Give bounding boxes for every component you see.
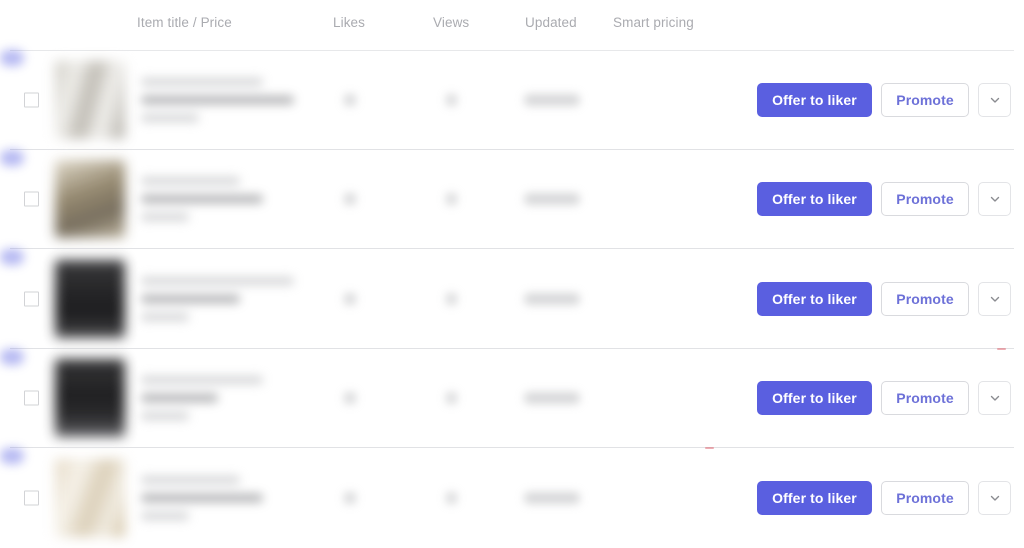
likes-value bbox=[344, 491, 356, 504]
views-value bbox=[446, 491, 457, 504]
row-more-actions-button[interactable] bbox=[978, 480, 1011, 515]
smart-pricing-toggle[interactable] bbox=[0, 249, 24, 265]
listings-table: Item title / Price Likes Views Updated S… bbox=[0, 0, 1024, 546]
row-actions: Offer to liker Promote bbox=[757, 480, 1011, 515]
row-select-checkbox[interactable] bbox=[24, 291, 39, 307]
views-value bbox=[446, 292, 457, 305]
table-row[interactable]: Offer to liker Promote bbox=[0, 448, 1024, 548]
smart-pricing-toggle[interactable] bbox=[0, 448, 24, 464]
promote-button[interactable]: Promote bbox=[881, 281, 969, 316]
row-actions: Offer to liker Promote bbox=[757, 182, 1011, 217]
row-select-checkbox[interactable] bbox=[24, 490, 39, 506]
row-actions: Offer to liker Promote bbox=[757, 381, 1011, 416]
row-more-actions-button[interactable] bbox=[978, 182, 1011, 217]
column-header-smart-pricing: Smart pricing bbox=[613, 15, 694, 30]
promote-button[interactable]: Promote bbox=[881, 82, 969, 117]
promote-button[interactable]: Promote bbox=[881, 480, 969, 515]
chevron-down-icon bbox=[989, 94, 1001, 106]
row-more-actions-button[interactable] bbox=[978, 82, 1011, 117]
column-header-views: Views bbox=[433, 15, 470, 30]
updated-value bbox=[524, 392, 580, 405]
row-select-checkbox[interactable] bbox=[24, 92, 39, 108]
item-title-price[interactable] bbox=[141, 276, 311, 322]
promote-button[interactable]: Promote bbox=[881, 381, 969, 416]
likes-value bbox=[344, 93, 356, 106]
updated-value bbox=[524, 491, 580, 504]
views-value bbox=[446, 93, 457, 106]
item-thumbnail[interactable] bbox=[55, 60, 125, 139]
table-row[interactable]: Offer to liker Promote bbox=[0, 149, 1024, 249]
table-row[interactable]: Offer to liker Promote bbox=[0, 249, 1024, 350]
row-more-actions-button[interactable] bbox=[978, 381, 1011, 416]
item-thumbnail[interactable] bbox=[55, 359, 125, 438]
row-select-checkbox[interactable] bbox=[24, 390, 39, 406]
listings-rows: Offer to liker Promote Offer to liker Pr… bbox=[0, 50, 1024, 548]
item-title-price[interactable] bbox=[141, 77, 311, 123]
column-header-updated: Updated bbox=[525, 15, 577, 30]
likes-value bbox=[344, 392, 356, 405]
offer-to-liker-button[interactable]: Offer to liker bbox=[757, 381, 872, 416]
row-more-actions-button[interactable] bbox=[978, 281, 1011, 316]
offer-to-liker-button[interactable]: Offer to liker bbox=[757, 480, 872, 515]
likes-value bbox=[344, 292, 356, 305]
item-thumbnail[interactable] bbox=[55, 160, 125, 239]
column-header-item-title-price: Item title / Price bbox=[137, 15, 232, 30]
chevron-down-icon bbox=[989, 293, 1001, 305]
chevron-down-icon bbox=[989, 193, 1001, 205]
chevron-down-icon bbox=[989, 492, 1001, 504]
offer-to-liker-button[interactable]: Offer to liker bbox=[757, 182, 872, 217]
views-value bbox=[446, 392, 457, 405]
table-header-row: Item title / Price Likes Views Updated S… bbox=[0, 0, 1024, 51]
offer-to-liker-button[interactable]: Offer to liker bbox=[757, 281, 872, 316]
smart-pricing-toggle[interactable] bbox=[0, 50, 24, 66]
updated-value bbox=[524, 292, 580, 305]
promote-button[interactable]: Promote bbox=[881, 182, 969, 217]
item-title-price[interactable] bbox=[141, 475, 311, 521]
column-header-likes: Likes bbox=[333, 15, 366, 30]
chevron-down-icon bbox=[989, 392, 1001, 404]
table-row[interactable]: Offer to liker Promote bbox=[0, 50, 1024, 150]
row-select-checkbox[interactable] bbox=[24, 191, 39, 207]
item-title-price[interactable] bbox=[141, 176, 311, 222]
row-actions: Offer to liker Promote bbox=[757, 281, 1011, 316]
updated-value bbox=[524, 93, 580, 106]
row-actions: Offer to liker Promote bbox=[757, 82, 1011, 117]
item-title-price[interactable] bbox=[141, 375, 311, 421]
offer-to-liker-button[interactable]: Offer to liker bbox=[757, 82, 872, 117]
smart-pricing-toggle[interactable] bbox=[0, 348, 24, 365]
item-thumbnail[interactable] bbox=[55, 259, 125, 338]
likes-value bbox=[344, 193, 356, 206]
views-value bbox=[446, 193, 457, 206]
table-row[interactable]: Offer to liker Promote bbox=[0, 348, 1024, 449]
updated-value bbox=[524, 193, 580, 206]
item-thumbnail[interactable] bbox=[55, 458, 125, 537]
smart-pricing-toggle[interactable] bbox=[0, 149, 24, 166]
